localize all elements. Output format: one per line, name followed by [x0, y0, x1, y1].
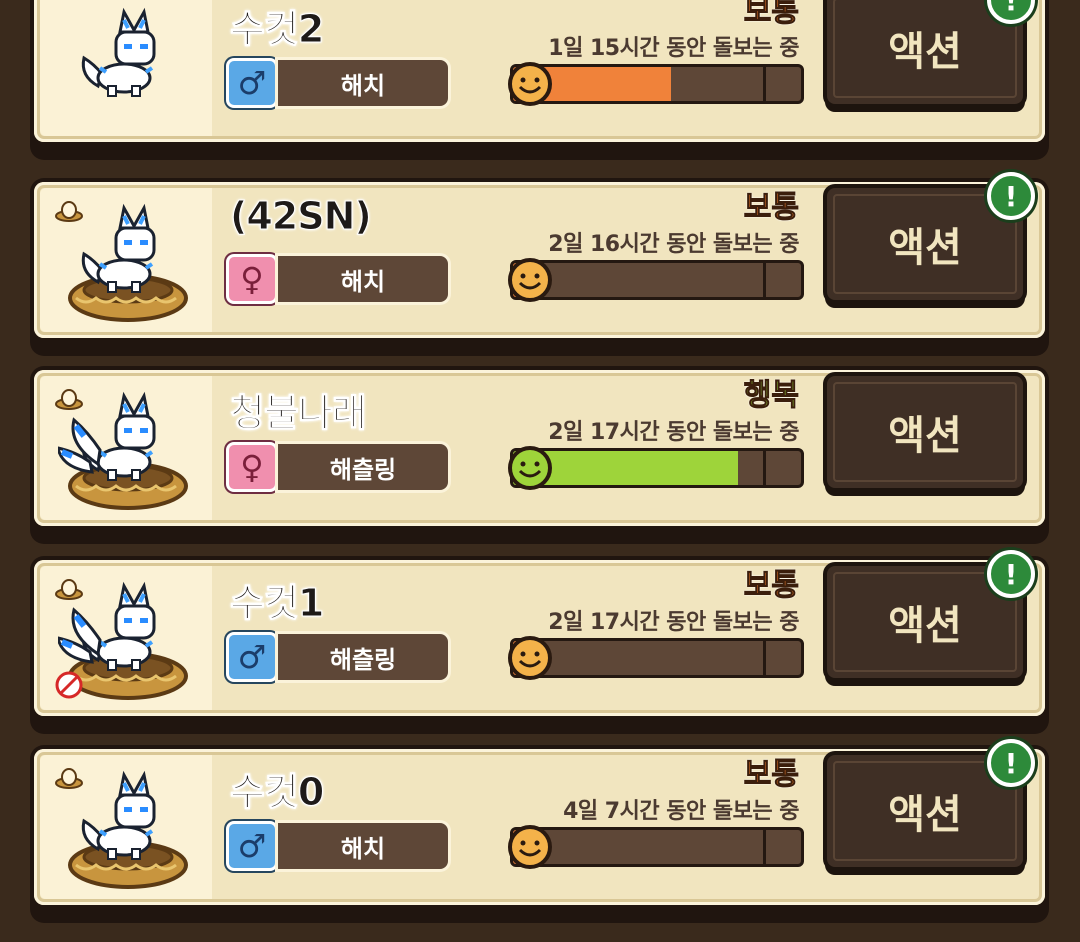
pet-card: 수컷2 ♂ 해치 보통 1일 15시간 동안 돌보는 중 액션 ! [30, 0, 1049, 160]
egg-icon [55, 579, 83, 600]
pet-card-panel: (42SN) ♀ 해치 보통 2일 16시간 동안 돌보는 중 액션 ! [34, 172, 1045, 338]
care-duration: 2일 17시간 동안 돌보는 중 [548, 610, 799, 635]
mood-progress-bar [510, 64, 804, 104]
smiley-face-icon [508, 446, 552, 490]
smiley-face-icon [508, 62, 552, 106]
mood-bar-divider [763, 641, 766, 675]
mood-bar-divider [763, 263, 766, 297]
growth-stage-label: 해츨링 [278, 634, 448, 680]
pet-card-panel: 수컷2 ♂ 해치 보통 1일 15시간 동안 돌보는 중 액션 ! [34, 0, 1045, 142]
mood-label: 보통 [743, 568, 799, 604]
mood-bar-divider [763, 67, 766, 101]
pet-name: 수컷1 [229, 581, 324, 626]
growth-stage-label: 해치 [278, 256, 448, 302]
pet-portrait[interactable] [40, 566, 212, 710]
smiley-face-icon [508, 258, 552, 302]
mood-bar-divider [763, 451, 766, 485]
pet-name: 수컷2 [229, 7, 324, 52]
smiley-face-icon [508, 636, 552, 680]
mood-bar-divider [763, 830, 766, 864]
care-duration: 2일 17시간 동안 돌보는 중 [548, 420, 799, 445]
pet-name: 청불나래 [230, 391, 368, 436]
pet-card-panel: 수컷1 ♂ 해츨링 보통 2일 17시간 동안 돌보는 중 액션 ! [34, 550, 1045, 716]
pet-card: (42SN) ♀ 해치 보통 2일 16시간 동안 돌보는 중 액션 ! [30, 172, 1049, 356]
mood-progress-bar [510, 827, 804, 867]
smiley-face-icon [508, 825, 552, 869]
mood-label: 행복 [743, 378, 799, 414]
pet-card: 수컷1 ♂ 해츨링 보통 2일 17시간 동안 돌보는 중 액션 ! [30, 550, 1049, 734]
mood-label: 보통 [743, 190, 799, 226]
growth-stage-label: 해치 [278, 60, 448, 106]
egg-icon [55, 389, 83, 410]
pet-name: (42SN) [230, 194, 373, 239]
pet-card-panel: 청불나래 ♀ 해츨링 행복 2일 17시간 동안 돌보는 중 액션 [34, 370, 1045, 526]
pet-portrait[interactable] [40, 755, 212, 899]
alert-icon[interactable]: ! [987, 550, 1035, 598]
mood-progress-bar [510, 260, 804, 300]
gender-icon: ♀ [226, 442, 278, 492]
pet-card-panel: 수컷0 ♂ 해치 보통 4일 7시간 동안 돌보는 중 액션 ! [34, 739, 1045, 905]
pet-name: 수컷0 [229, 770, 324, 815]
egg-icon [55, 768, 83, 789]
egg-icon [55, 201, 83, 222]
care-duration: 1일 15시간 동안 돌보는 중 [548, 36, 799, 61]
alert-icon[interactable]: ! [987, 739, 1035, 787]
pet-portrait[interactable] [40, 376, 212, 520]
action-button[interactable]: 액션 [827, 376, 1023, 488]
growth-stage-label: 해치 [278, 823, 448, 869]
alert-icon[interactable]: ! [987, 172, 1035, 220]
gender-icon: ♂ [226, 58, 278, 108]
gender-icon: ♂ [226, 821, 278, 871]
pet-sprite-icon [81, 7, 156, 97]
pet-card: 수컷0 ♂ 해치 보통 4일 7시간 동안 돌보는 중 액션 ! [30, 739, 1049, 923]
mood-progress-bar [510, 638, 804, 678]
pet-portrait[interactable] [40, 188, 212, 332]
mood-progress-bar [510, 448, 804, 488]
gender-icon: ♀ [226, 254, 278, 304]
pet-portrait[interactable] [40, 0, 212, 136]
growth-stage-label: 해츨링 [278, 444, 448, 490]
gender-icon: ♂ [226, 632, 278, 682]
care-duration: 4일 7시간 동안 돌보는 중 [563, 799, 799, 824]
pet-card: 청불나래 ♀ 해츨링 행복 2일 17시간 동안 돌보는 중 액션 [30, 366, 1049, 544]
no-symbol-icon [55, 671, 83, 699]
care-duration: 2일 16시간 동안 돌보는 중 [548, 232, 799, 257]
mood-label: 보통 [743, 757, 799, 793]
mood-label: 보통 [743, 0, 799, 30]
